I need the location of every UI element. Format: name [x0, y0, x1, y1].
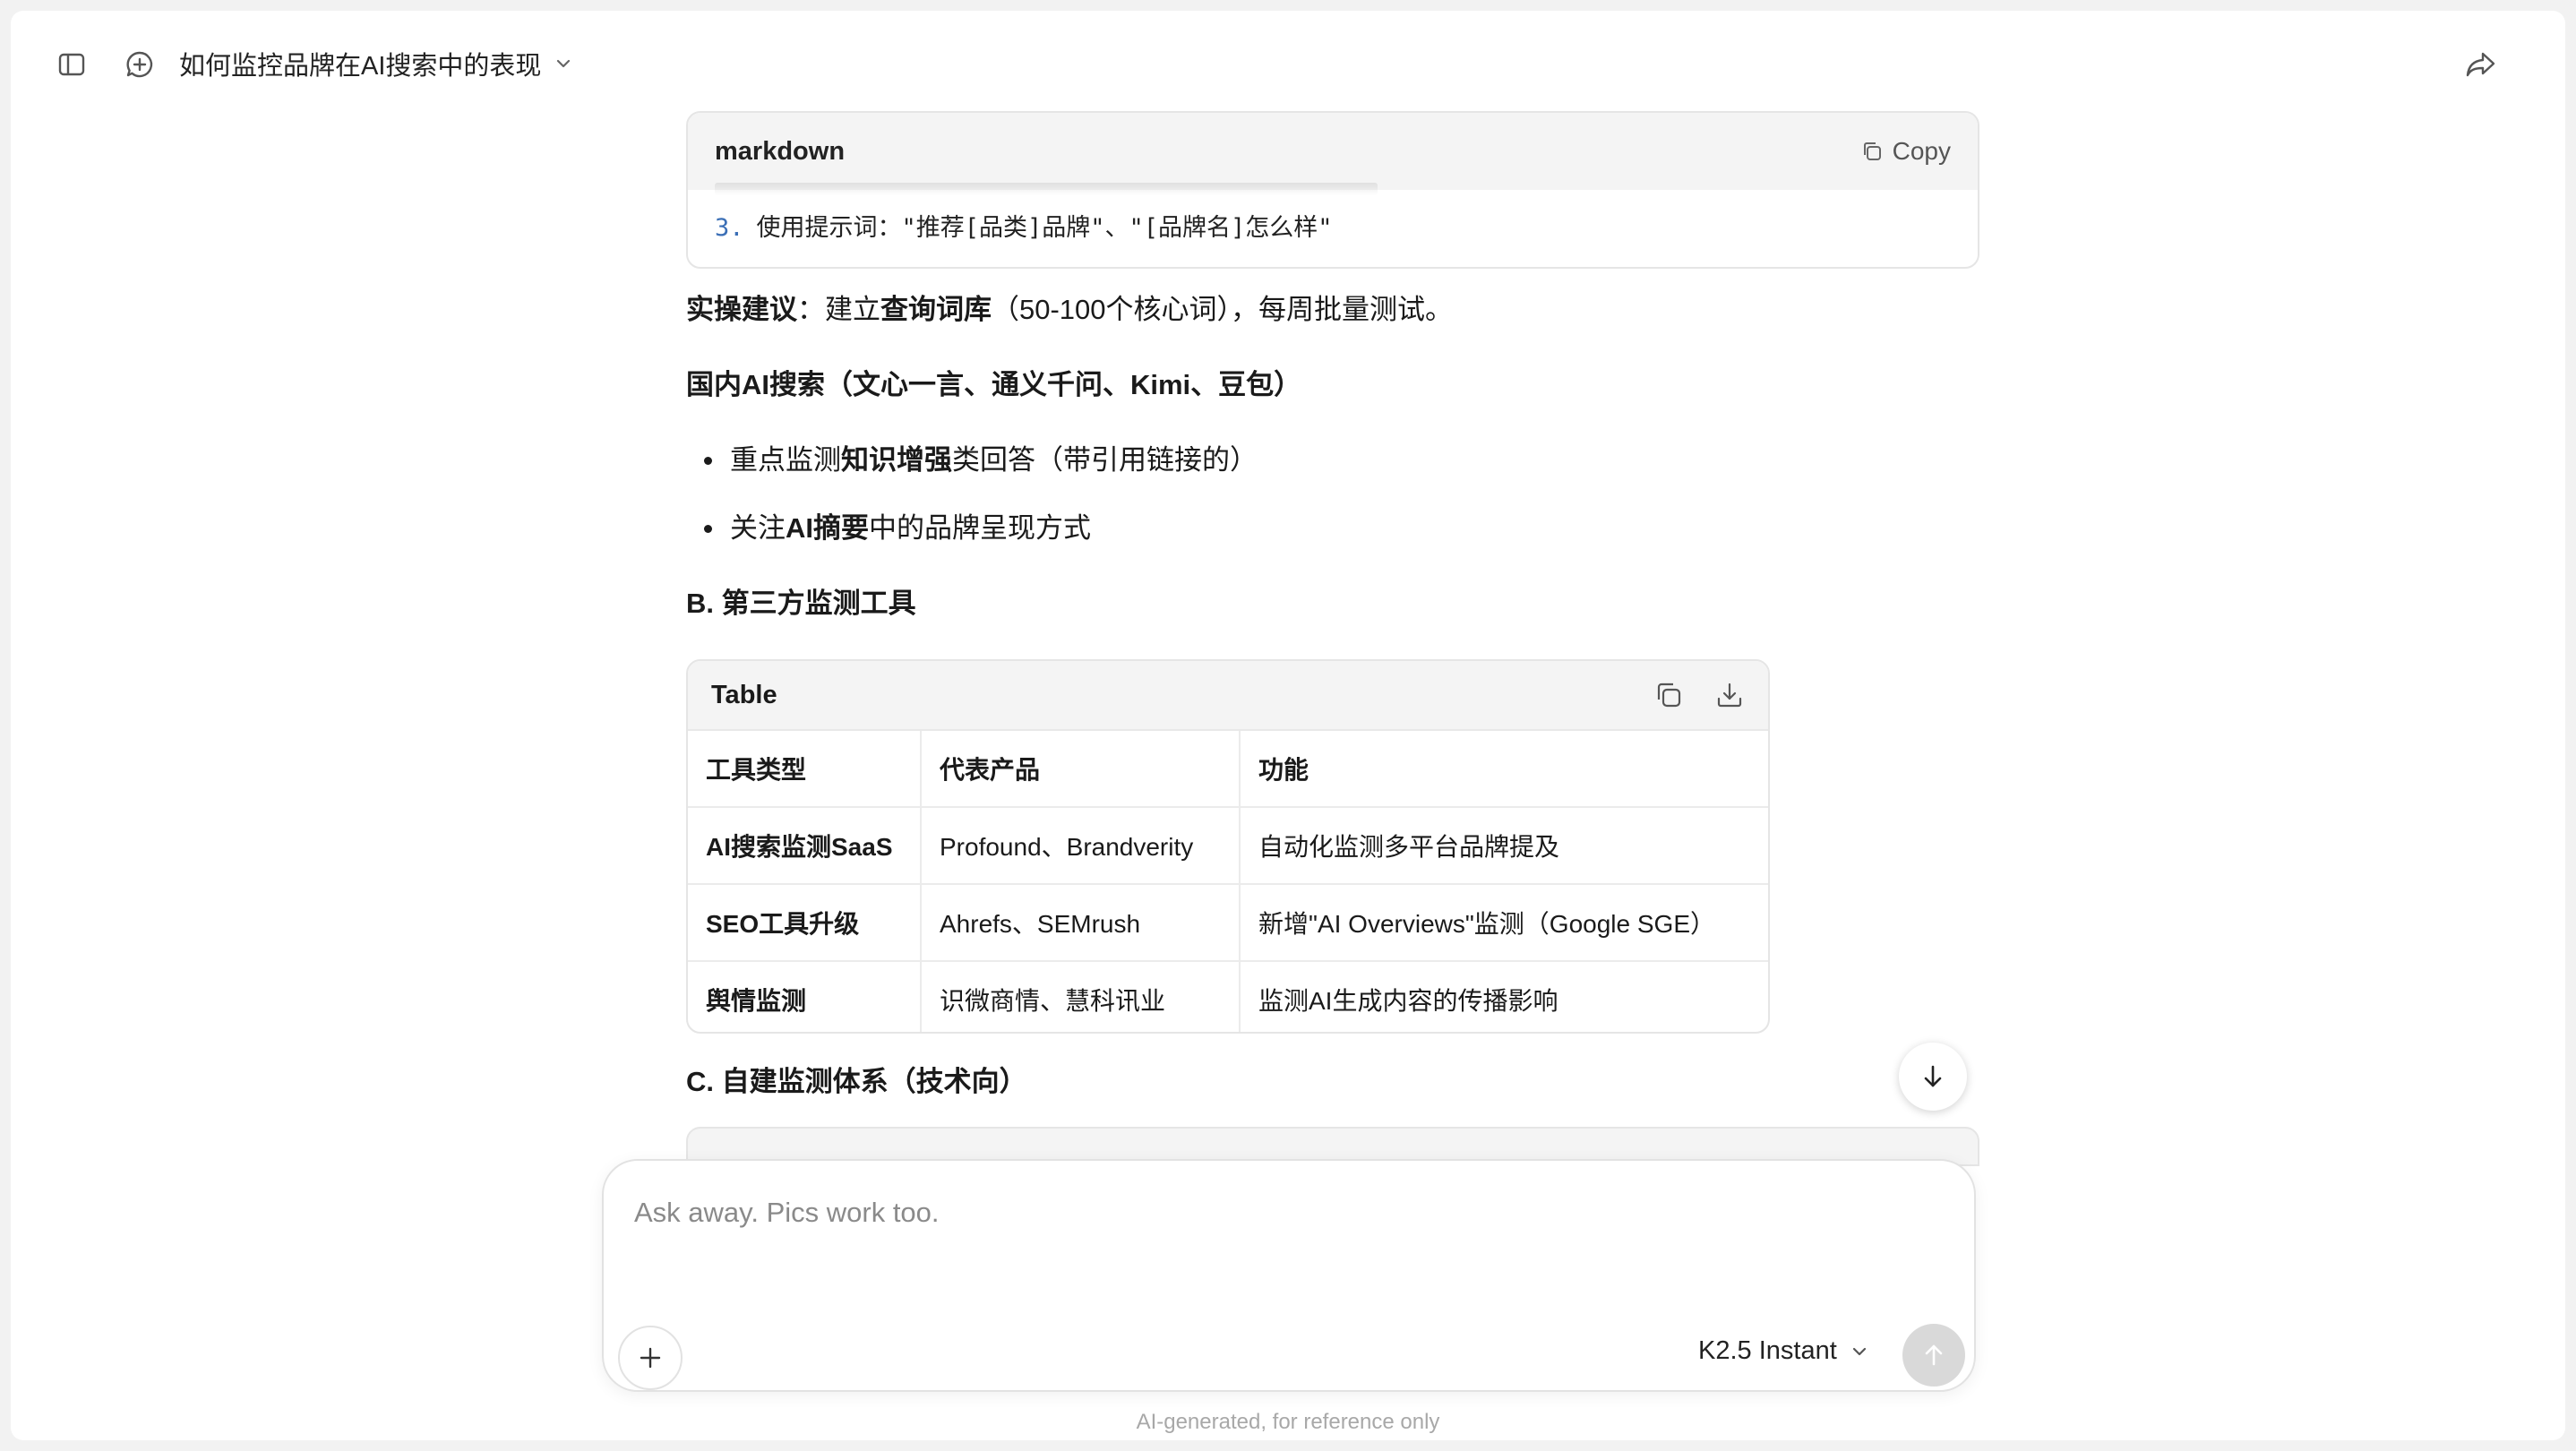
tools-table: 工具类型 代表产品 功能 AI搜索监测SaaS Profound、Brandve…: [688, 731, 1768, 1032]
arrow-up-icon: [1925, 1344, 1943, 1366]
disclaimer-text: AI-generated, for reference only: [1136, 1410, 1440, 1434]
chevron-down-icon: [1852, 1347, 1866, 1355]
message-input[interactable]: Ask away. Pics work too.: [634, 1197, 940, 1229]
table-cell: SEO工具升级: [688, 884, 922, 962]
column-header: 代表产品: [921, 731, 1241, 808]
copy-icon: [1863, 142, 1881, 160]
model-label: K2.5 Instant: [1698, 1336, 1837, 1365]
code-line: 3. 使用提示词："推荐[品类]品牌"、"[品牌名]怎么样": [715, 208, 1333, 243]
sidebar-toggle-button[interactable]: [47, 39, 97, 90]
clipped-code-line: [715, 183, 1378, 195]
tools-table-card: Table 工具类型 代表产品 功能 AI搜索监测SaaS Profound、B…: [686, 659, 1770, 1034]
table-cell: Ahrefs、SEMrush: [921, 884, 1241, 962]
conversation-title-menu[interactable]: 如何监控品牌在AI搜索中的表现: [179, 45, 573, 82]
chevron-down-icon: [557, 59, 571, 68]
copy-icon[interactable]: [1653, 680, 1684, 710]
app-window: 如何监控品牌在AI搜索中的表现 markdown Copy 3. 使用提示词："…: [11, 11, 2565, 1440]
sidebar-toggle-icon: [58, 53, 85, 76]
new-chat-button[interactable]: [115, 39, 165, 90]
table-cell: 新增"AI Overviews"监测（Google SGE）: [1240, 884, 1768, 962]
bullet-bold: AI摘要: [786, 512, 869, 544]
table-header-bar: Table: [688, 661, 1768, 731]
line-number: 3.: [715, 214, 744, 242]
bullet-dot: [704, 457, 712, 465]
code-block-header: markdown Copy: [688, 113, 1978, 190]
bullet-text: 关注: [730, 512, 786, 544]
code-language-label: markdown: [715, 136, 846, 166]
copy-label: Copy: [1892, 137, 1951, 165]
tip-text-2: （50-100个核心词），每周批量测试。: [992, 294, 1454, 325]
tip-text: ：建立: [797, 294, 880, 325]
bullet-dot: [704, 525, 712, 533]
tip-lead: 实操建议: [686, 294, 797, 325]
conversation-title: 如何监控品牌在AI搜索中的表现: [179, 52, 542, 81]
attach-button[interactable]: [618, 1326, 683, 1390]
bullet-text: 类回答（带引用链接的）: [952, 444, 1258, 476]
list-item: 关注AI摘要中的品牌呈现方式: [704, 511, 1091, 546]
bullet-text: 重点监测: [730, 444, 841, 476]
table-row: 舆情监测 识微商情、慧科讯业 监测AI生成内容的传播影响: [688, 961, 1768, 1032]
bullet-bold: 知识增强: [841, 444, 952, 476]
table-cell: 自动化监测多平台品牌提及: [1240, 807, 1768, 885]
column-header: 功能: [1240, 731, 1768, 808]
tip-paragraph: 实操建议：建立查询词库（50-100个核心词），每周批量测试。: [686, 292, 1453, 328]
scroll-to-bottom-button[interactable]: [1899, 1043, 1967, 1111]
tip-bold: 查询词库: [880, 294, 992, 325]
section-b-heading: B. 第三方监测工具: [686, 588, 916, 619]
download-icon[interactable]: [1714, 680, 1745, 710]
column-header: 工具类型: [688, 731, 922, 808]
copy-code-button[interactable]: Copy: [1860, 137, 1951, 166]
table-cell: 识微商情、慧科讯业: [921, 961, 1241, 1032]
message-composer: Ask away. Pics work too. K2.5 Instant: [602, 1159, 1976, 1392]
plus-icon: [640, 1347, 661, 1369]
table-label: Table: [711, 680, 777, 709]
domestic-ai-heading: 国内AI搜索（文心一言、通义千问、Kimi、豆包）: [686, 369, 1302, 400]
table-cell: Profound、Brandverity: [921, 807, 1241, 885]
table-cell: 监测AI生成内容的传播影响: [1258, 987, 1558, 1015]
table-cell: AI搜索监测SaaS: [688, 807, 922, 885]
share-icon: [2466, 52, 2495, 77]
top-bar: 如何监控品牌在AI搜索中的表现: [11, 11, 2565, 104]
table-row: AI搜索监测SaaS Profound、Brandverity 自动化监测多平台…: [688, 807, 1768, 885]
code-text: 使用提示词："推荐[品类]品牌"、"[品牌名]怎么样": [756, 214, 1333, 242]
send-button[interactable]: [1902, 1324, 1965, 1387]
table-cell: 舆情监测: [688, 961, 922, 1032]
bullet-text: 中的品牌呈现方式: [869, 512, 1091, 544]
model-selector[interactable]: K2.5 Instant: [1698, 1336, 1869, 1366]
table-row: SEO工具升级 Ahrefs、SEMrush 新增"AI Overviews"监…: [688, 884, 1768, 962]
table-header-row: 工具类型 代表产品 功能: [688, 731, 1768, 808]
share-button[interactable]: [2456, 39, 2506, 90]
arrow-down-icon: [1924, 1065, 1942, 1087]
new-chat-icon: [126, 51, 153, 78]
section-c-heading: C. 自建监测体系（技术向）: [686, 1066, 1027, 1097]
code-block: markdown Copy 3. 使用提示词："推荐[品类]品牌"、"[品牌名]怎…: [686, 111, 1979, 269]
list-item: 重点监测知识增强类回答（带引用链接的）: [704, 442, 1258, 478]
chat-message-area: markdown Copy 3. 使用提示词："推荐[品类]品牌"、"[品牌名]怎…: [686, 100, 1987, 1166]
